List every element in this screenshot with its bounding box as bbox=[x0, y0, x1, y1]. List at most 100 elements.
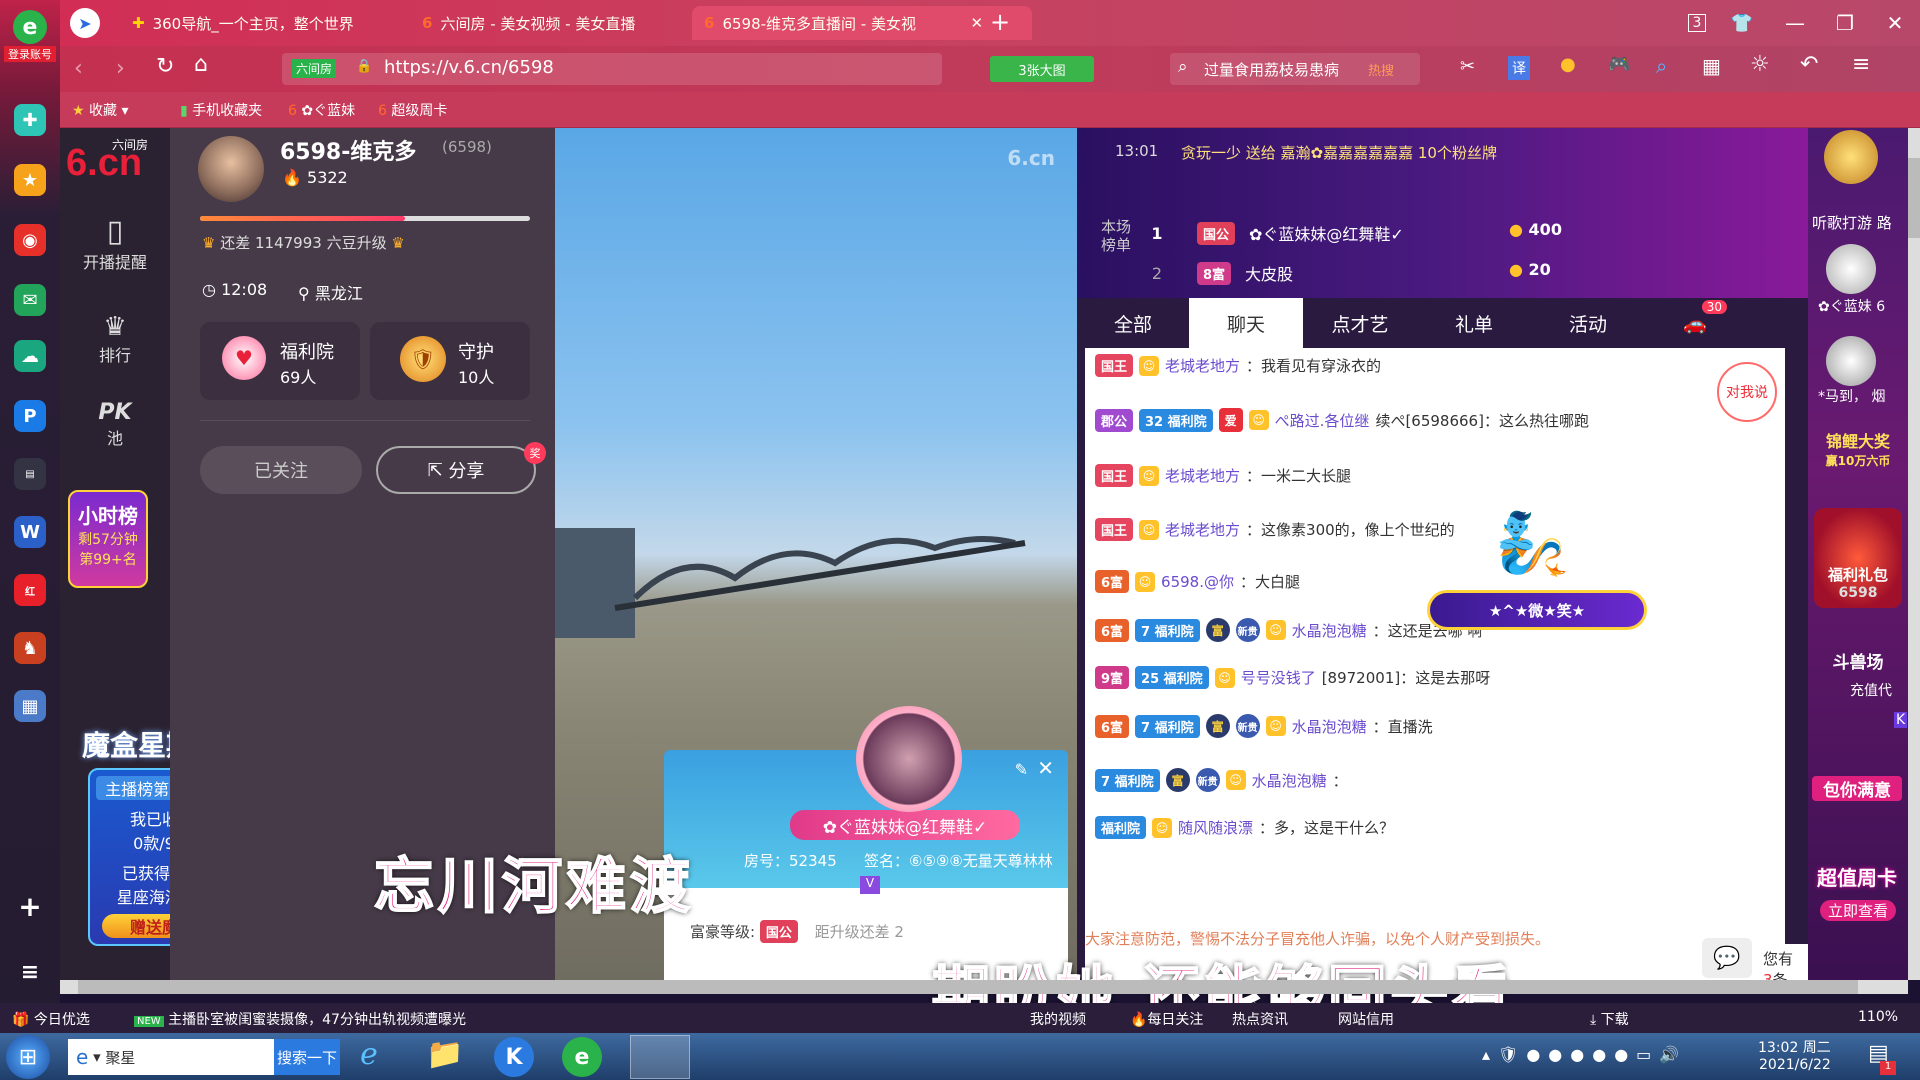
active-window-thumb[interactable] bbox=[630, 1035, 690, 1079]
tab-all[interactable]: 全部 bbox=[1077, 298, 1189, 348]
cloud-icon[interactable]: ☁ bbox=[14, 340, 46, 372]
followed-button[interactable]: 已关注 bbox=[200, 446, 362, 494]
horizontal-scrollbar[interactable] bbox=[60, 980, 1908, 994]
chat-message[interactable]: 郡公 32 福利院爱 ☺ ぺ路过.各位继 续ぺ[6598666]：这么热往哪跑 bbox=[1095, 408, 1775, 432]
maximize-button[interactable]: ❐ bbox=[1828, 8, 1862, 38]
chat-message[interactable]: 国王 ☺ 老城老地方 ：一米二大长腿 bbox=[1095, 464, 1775, 487]
news-app-icon[interactable]: ▤ bbox=[14, 458, 46, 490]
pk-pool-nav[interactable]: PK 池 bbox=[60, 400, 170, 449]
tab-chat[interactable]: 聊天 bbox=[1189, 298, 1303, 348]
grid-icon[interactable]: ▦ bbox=[1702, 54, 1721, 78]
message-icon[interactable]: 💬 bbox=[1702, 938, 1752, 978]
chat-message[interactable]: 9富 25 福利院 ☺ 号号没钱了 [8972001]：这是去那呀 bbox=[1095, 666, 1775, 689]
close-window-button[interactable]: ✕ bbox=[1878, 8, 1912, 38]
vertical-scrollbar[interactable] bbox=[1908, 128, 1920, 980]
view-now-button[interactable]: 立即查看 bbox=[1820, 900, 1896, 921]
start-alert[interactable]: ▯ 开播提醒 bbox=[60, 214, 170, 273]
gamepad-icon[interactable]: 🎮 bbox=[1608, 54, 1630, 75]
edit-icon[interactable]: ✎ bbox=[1015, 760, 1028, 779]
chat-username[interactable]: 老城老地方 bbox=[1165, 519, 1240, 540]
user-avatar-1[interactable] bbox=[1826, 244, 1876, 294]
taskbar-search[interactable]: e ▾ 聚星 bbox=[68, 1039, 274, 1075]
tab-6cn[interactable]: 6 六间房 - 美女视频 - 美女直播 bbox=[410, 6, 690, 40]
bookmark-favorites[interactable]: ★ 收藏 ▾ bbox=[72, 100, 129, 120]
magnifier-icon[interactable]: ⌕ bbox=[1656, 54, 1667, 78]
chat-username[interactable]: 水晶泡泡糖 bbox=[1252, 770, 1327, 791]
menu-icon[interactable]: ≡ bbox=[14, 956, 46, 988]
chat-username[interactable]: 随风随浪漂 bbox=[1178, 817, 1253, 838]
back-icon[interactable]: ‹ bbox=[74, 56, 83, 81]
bookmark-lanmei[interactable]: 6 ✿ぐ蓝妹 bbox=[288, 100, 355, 120]
app-icon[interactable]: ▦ bbox=[14, 690, 46, 722]
folder-icon[interactable]: 📁 bbox=[426, 1037, 463, 1072]
unread-message[interactable]: 您有3条未读消息 bbox=[1757, 944, 1808, 980]
menu-icon[interactable]: ≡ bbox=[1852, 52, 1870, 77]
anchor-avatar[interactable] bbox=[198, 136, 264, 202]
hot-news[interactable]: 热点资讯 bbox=[1232, 1009, 1288, 1029]
scissors-icon[interactable]: ✂ bbox=[1460, 56, 1475, 77]
shirt-icon[interactable]: 👕 bbox=[1725, 8, 1759, 38]
plus-app-icon[interactable]: ✚ bbox=[14, 104, 46, 136]
view-mode-button[interactable]: 3张大图 bbox=[990, 56, 1094, 82]
beast-arena-promo[interactable]: 斗兽场 bbox=[1814, 648, 1902, 673]
star-app-icon[interactable]: ★ bbox=[14, 164, 46, 196]
chat-message[interactable]: 福利院 ☺ 随风随浪漂 ：多，这是干什么？ bbox=[1095, 816, 1775, 839]
new-tab-icon[interactable]: + bbox=[990, 8, 1010, 36]
weekly-card-promo[interactable]: 超值周卡 bbox=[1812, 862, 1902, 891]
chat-username[interactable]: 老城老地方 bbox=[1165, 465, 1240, 486]
login-area[interactable]: e 登录账号 bbox=[4, 10, 56, 62]
my-video[interactable]: 我的视频 bbox=[1030, 1009, 1086, 1029]
game-icon[interactable]: ♞ bbox=[14, 632, 46, 664]
k-app-icon[interactable]: K bbox=[494, 1037, 534, 1077]
navigation-icon[interactable]: ➤ bbox=[70, 8, 100, 38]
mail-icon[interactable]: ✉ bbox=[14, 284, 46, 316]
rank-row-2[interactable]: 2 8富 大皮股 bbox=[1147, 260, 1487, 286]
music-game-icon[interactable] bbox=[1824, 130, 1878, 184]
chat-username[interactable]: 号号没钱了 bbox=[1241, 667, 1316, 688]
chat-message[interactable]: 国王 ☺ 老城老地方 ：我看见有穿泳衣的 bbox=[1095, 354, 1775, 377]
ie-taskbar-icon[interactable]: ℯ bbox=[360, 1037, 378, 1072]
chat-message[interactable]: 7 福利院富新贵 ☺ 水晶泡泡糖 ： bbox=[1095, 768, 1775, 792]
download[interactable]: ⤓ 下载 bbox=[1590, 1009, 1629, 1029]
chat-message[interactable]: 国王 ☺ 老城老地方 ：这像素300的，像上个世纪的 bbox=[1095, 518, 1775, 541]
brightness-icon[interactable]: ☼ bbox=[1750, 52, 1770, 77]
weibo-icon[interactable]: ◉ bbox=[14, 224, 46, 256]
refresh-icon[interactable]: ↻ bbox=[156, 54, 174, 79]
search-go-button[interactable]: 搜索一下 bbox=[274, 1039, 340, 1075]
add-icon[interactable]: + bbox=[14, 890, 46, 923]
chat-username[interactable]: ぺ路过.各位继 bbox=[1275, 410, 1370, 431]
today-picks[interactable]: 🎁 今日优选 bbox=[12, 1009, 90, 1029]
news-ticker[interactable]: NEW 主播卧室被闺蜜装摄像，47分钟出轨视频遭曝光 bbox=[134, 1009, 466, 1029]
site-logo[interactable]: 六间房 6.cn bbox=[66, 134, 162, 186]
daily-follow[interactable]: 🔥每日关注 bbox=[1130, 1009, 1203, 1029]
forward-icon[interactable]: › bbox=[116, 56, 125, 81]
welfare-button[interactable]: ♥ 福利院 69人 bbox=[200, 322, 360, 400]
chat-username[interactable]: 水晶泡泡糖 bbox=[1292, 620, 1367, 641]
chat-username[interactable]: 老城老地方 bbox=[1165, 355, 1240, 376]
jackpot-promo[interactable]: 锦鲤大奖 赢10万六币 bbox=[1814, 428, 1902, 498]
360-browser-icon[interactable]: e bbox=[562, 1037, 602, 1077]
tray-icons[interactable]: ▴🛡●●●●●▭🔊 bbox=[1482, 1045, 1687, 1064]
rank-nav[interactable]: ♛ 排行 bbox=[60, 312, 170, 366]
tab-talent[interactable]: 点才艺 bbox=[1303, 298, 1417, 348]
site-credit[interactable]: 网站信用 bbox=[1338, 1009, 1394, 1029]
scrollbar-thumb[interactable] bbox=[78, 980, 1858, 994]
hourly-rank-card[interactable]: 小时榜 剩57分钟 第99+名 bbox=[68, 490, 148, 588]
tab-gift[interactable]: 礼单 bbox=[1417, 298, 1531, 348]
tab-6598[interactable]: 6 6598-维克多直播间 - 美女视 ✕ bbox=[692, 6, 1032, 40]
bookmark-weekly[interactable]: 6 超级周卡 bbox=[378, 100, 447, 120]
tab-activity[interactable]: 活动 bbox=[1531, 298, 1645, 348]
chat-username[interactable]: 6598.@你 bbox=[1161, 571, 1234, 592]
chat-message[interactable]: 6富 7 福利院富新贵 ☺ 水晶泡泡糖 ：直播洗 bbox=[1095, 714, 1775, 738]
minimize-button[interactable]: — bbox=[1778, 8, 1812, 38]
popup-avatar[interactable] bbox=[856, 706, 962, 812]
p-app-icon[interactable]: P bbox=[14, 400, 46, 432]
close-popup-icon[interactable]: ✕ bbox=[1037, 756, 1054, 780]
chat-message[interactable]: 6富 ☺ 6598.@你 ：大白腿 bbox=[1095, 570, 1775, 593]
zoom-level[interactable]: 110% bbox=[1858, 1009, 1898, 1025]
close-tab-icon[interactable]: ✕ bbox=[970, 14, 983, 32]
tab-car[interactable]: 🚗 30 bbox=[1645, 298, 1745, 348]
undo-icon[interactable]: ↶ bbox=[1800, 52, 1818, 77]
clock[interactable]: 13:02 周二 2021/6/22 bbox=[1758, 1037, 1831, 1073]
bookmark-mobile[interactable]: ▮ 手机收藏夹 bbox=[180, 100, 262, 120]
